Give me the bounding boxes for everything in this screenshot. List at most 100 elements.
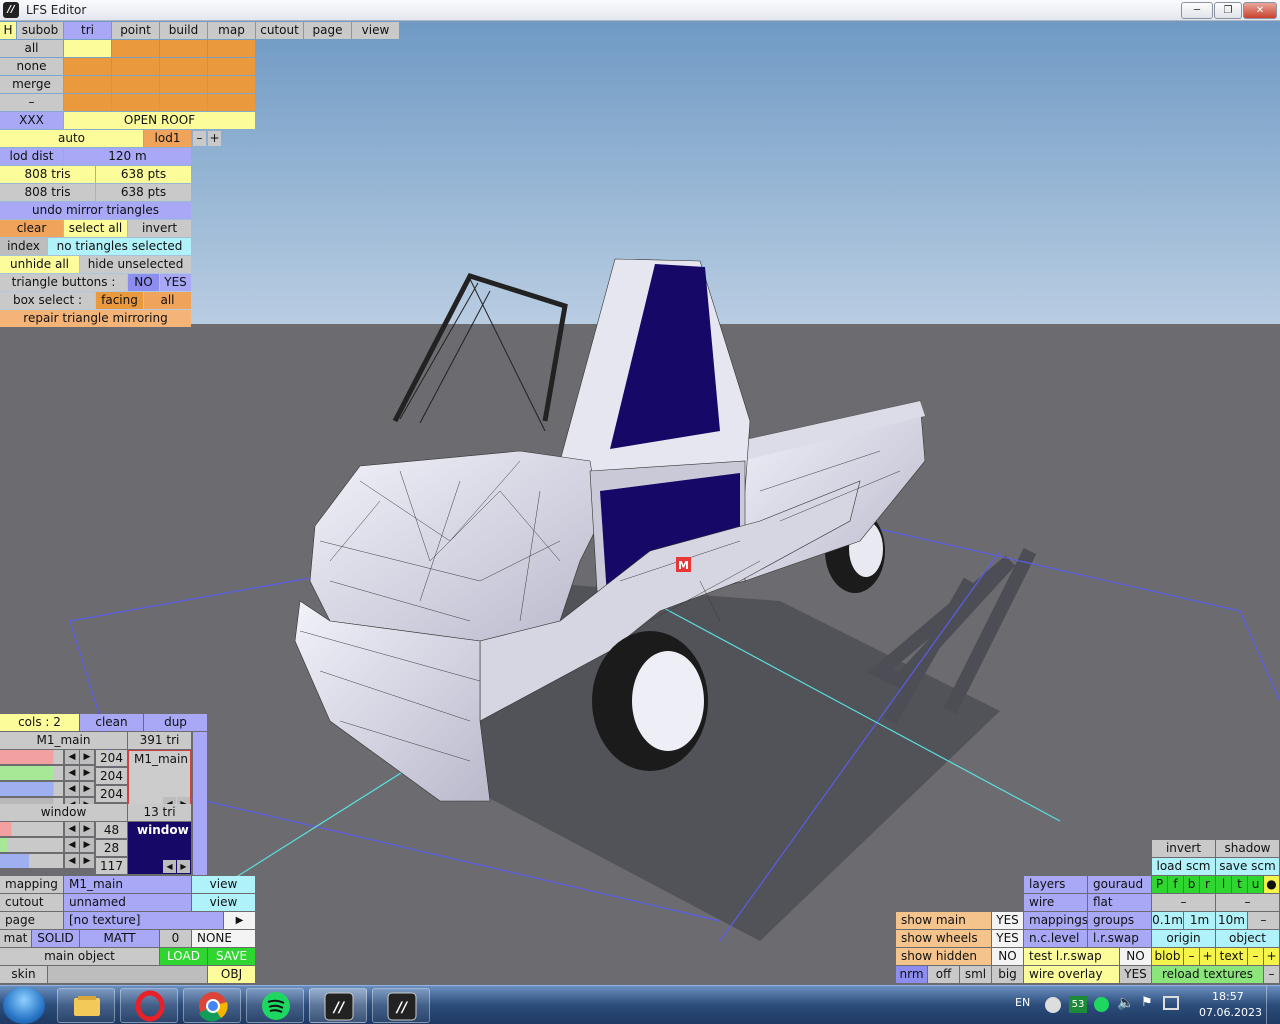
object-button[interactable]: object <box>1216 930 1279 947</box>
clock-time[interactable]: 18:57 <box>1212 990 1244 1003</box>
lfs-icon[interactable]: // <box>372 988 430 1023</box>
grid-0-1m[interactable]: 0.1m <box>1152 912 1183 929</box>
red-slider[interactable] <box>0 750 63 764</box>
lod-select[interactable]: lod1 <box>144 130 191 147</box>
flag-f[interactable]: f <box>1168 876 1183 893</box>
close-button[interactable]: ✕ <box>1243 2 1277 19</box>
flag-icon[interactable]: ⚑ <box>1141 995 1153 1010</box>
left-arrow-icon[interactable]: ◀ <box>65 838 79 852</box>
tab-view[interactable]: view <box>352 22 399 39</box>
flag-t[interactable]: t <box>1232 876 1247 893</box>
matt-button[interactable]: MATT <box>80 930 159 947</box>
grid-minus[interactable]: – <box>1248 912 1279 929</box>
mappings-button[interactable]: mappings <box>1024 912 1087 929</box>
cell-yellow[interactable] <box>64 40 111 57</box>
flag-p[interactable]: P <box>1152 876 1167 893</box>
dash-button[interactable]: – <box>1152 894 1215 911</box>
off-button[interactable]: off <box>928 966 959 983</box>
left-arrow-icon[interactable]: ◀ <box>65 822 79 836</box>
obj-button[interactable]: OBJ <box>208 966 255 983</box>
tab-page[interactable]: page <box>304 22 351 39</box>
select-all-row[interactable]: all <box>0 40 63 57</box>
right-arrow-icon[interactable]: ▶ <box>177 860 190 873</box>
dash-button[interactable]: – <box>1264 966 1279 983</box>
minimize-button[interactable]: ─ <box>1181 2 1213 19</box>
spotify-tray-icon[interactable] <box>1094 997 1109 1012</box>
flag-b[interactable]: b <box>1184 876 1199 893</box>
hide-unselected-button[interactable]: hide unselected <box>80 256 191 273</box>
mat-value[interactable]: 0 <box>160 930 191 947</box>
tab-map[interactable]: map <box>208 22 255 39</box>
flag-l[interactable]: l <box>1216 876 1231 893</box>
none-field[interactable]: NONE <box>192 930 255 947</box>
groups-button[interactable]: groups <box>1088 912 1151 929</box>
cell[interactable] <box>160 94 207 111</box>
green-slider[interactable] <box>0 838 63 852</box>
cell[interactable] <box>112 58 159 75</box>
cell[interactable] <box>208 58 255 75</box>
merge-row[interactable]: merge <box>0 76 63 93</box>
grid-1m[interactable]: 1m <box>1184 912 1215 929</box>
flat-button[interactable]: flat <box>1088 894 1151 911</box>
layers-button[interactable]: layers <box>1024 876 1087 893</box>
blob-minus[interactable]: – <box>1184 948 1199 965</box>
text-minus[interactable]: – <box>1248 948 1263 965</box>
invert-button[interactable]: invert <box>1152 840 1215 857</box>
subobject-name[interactable]: M1_main <box>0 732 127 749</box>
shadow-button[interactable]: shadow <box>1216 840 1279 857</box>
blue-slider[interactable] <box>0 854 63 868</box>
gouraud-button[interactable]: gouraud <box>1088 876 1151 893</box>
clean-button[interactable]: clean <box>80 714 143 731</box>
cell[interactable] <box>208 94 255 111</box>
triangle-buttons-yes[interactable]: YES <box>160 274 191 291</box>
text-plus[interactable]: + <box>1264 948 1279 965</box>
invert-selection-button[interactable]: invert <box>128 220 191 237</box>
box-select-all[interactable]: all <box>144 292 191 309</box>
page-value[interactable]: [no texture] <box>64 912 223 929</box>
lr-swap-button[interactable]: l.r.swap <box>1088 930 1151 947</box>
wire-button[interactable]: wire <box>1024 894 1087 911</box>
dash-row[interactable]: – <box>0 94 63 111</box>
cell[interactable] <box>160 76 207 93</box>
tab-point[interactable]: point <box>112 22 159 39</box>
xxx-button[interactable]: XXX <box>0 112 63 129</box>
start-orb-icon[interactable] <box>3 987 45 1024</box>
skin-value[interactable] <box>48 966 207 983</box>
box-select-facing[interactable]: facing <box>96 292 143 309</box>
volume-icon[interactable]: 🔈 <box>1117 995 1134 1011</box>
lod-plus-button[interactable]: + <box>208 131 221 146</box>
open-roof-button[interactable]: OPEN ROOF <box>64 112 255 129</box>
tab-cutout[interactable]: cutout <box>256 22 303 39</box>
left-arrow-icon[interactable]: ◀ <box>65 782 79 796</box>
tab-h[interactable]: H <box>0 22 16 39</box>
3d-viewport[interactable]: M H subob tri point build map cutout pag… <box>0 21 1280 985</box>
right-arrow-icon[interactable]: ▶ <box>80 750 94 764</box>
unhide-all-button[interactable]: unhide all <box>0 256 79 273</box>
cell[interactable] <box>112 40 159 57</box>
tab-subob[interactable]: subob <box>17 22 63 39</box>
cell[interactable] <box>112 94 159 111</box>
tab-build[interactable]: build <box>160 22 207 39</box>
opera-icon[interactable] <box>120 988 178 1023</box>
dash-button[interactable]: – <box>1216 894 1279 911</box>
show-main-value[interactable]: YES <box>992 912 1023 929</box>
sml-button[interactable]: sml <box>960 966 991 983</box>
cell[interactable] <box>160 58 207 75</box>
steam-icon[interactable] <box>1045 997 1061 1013</box>
show-desktop-button[interactable] <box>1266 986 1280 1024</box>
clear-button[interactable]: clear <box>0 220 63 237</box>
select-none-row[interactable]: none <box>0 58 63 75</box>
load-button[interactable]: LOAD <box>160 948 207 965</box>
tab-tri[interactable]: tri <box>64 22 111 39</box>
subobject-name[interactable]: window <box>0 804 127 821</box>
solid-button[interactable]: SOLID <box>32 930 79 947</box>
left-arrow-icon[interactable]: ◀ <box>65 854 79 868</box>
undo-mirror-button[interactable]: undo mirror triangles <box>0 202 191 219</box>
big-button[interactable]: big <box>992 966 1023 983</box>
cell[interactable] <box>64 58 111 75</box>
cell[interactable] <box>208 76 255 93</box>
cutout-value[interactable]: unnamed <box>64 894 191 911</box>
badge-count[interactable]: 53 <box>1069 996 1087 1013</box>
flag-u[interactable]: u <box>1248 876 1263 893</box>
lod-minus-button[interactable]: – <box>193 131 206 146</box>
